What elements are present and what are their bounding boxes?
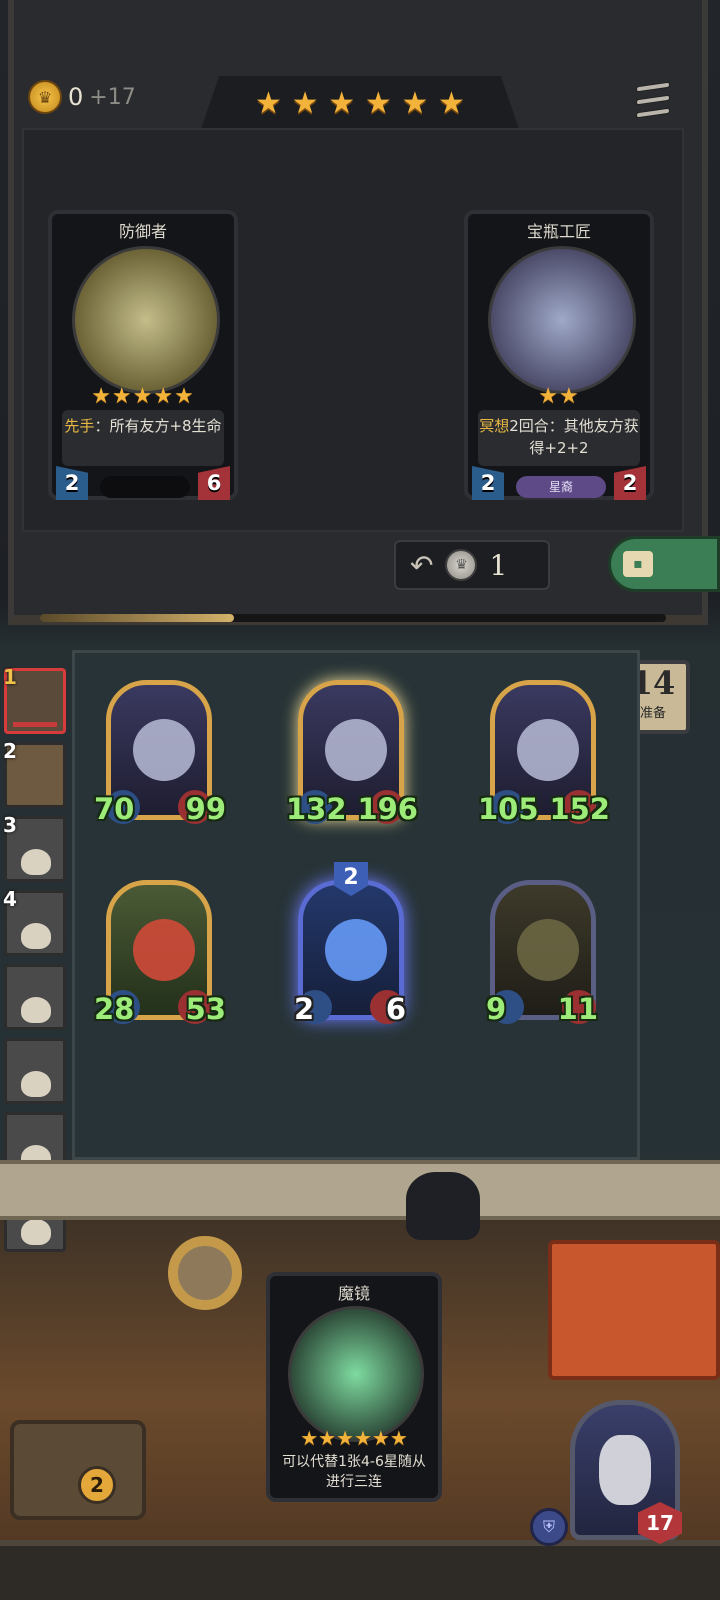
card-name: 宝瓶工匠 [526, 222, 591, 241]
lock-shop-button[interactable]: ▪ [608, 536, 720, 592]
card-description: 可以代替1张4-6星随从进行三连 [282, 1454, 426, 1490]
player-rank-item[interactable] [4, 1038, 66, 1104]
description-text: 2回合：其他友方获得+2+2 [509, 417, 639, 457]
game-screen: ★ ★ ★ ★ ★ ★ ♛ 0 +17 防御者 ★★★★★ 先手：所有友方+8生… [0, 0, 720, 1600]
star-icon: ★ [255, 86, 282, 121]
player-rank-item[interactable]: 4 [3, 887, 66, 956]
player-rank-item[interactable]: 2 [3, 739, 66, 808]
player-place: 3 [3, 813, 17, 837]
card-art [288, 1306, 424, 1442]
keyword: 冥想 [479, 417, 510, 435]
unit-health: 152 [549, 792, 610, 826]
health-badge: 6 [198, 466, 230, 500]
unit-attack: 28 [94, 992, 135, 1026]
player-place: 4 [3, 887, 17, 911]
unit-portrait [517, 919, 579, 981]
refresh-icon: ↶ [410, 548, 434, 582]
star-icon: ★ [291, 86, 319, 121]
player-place: 2 [3, 739, 17, 763]
card-stars: ★★★★★ [91, 384, 195, 409]
attack-badge: 2 [56, 466, 88, 500]
unit-portrait [133, 719, 195, 781]
shelf [0, 1160, 720, 1220]
gold-income: +17 [89, 84, 136, 110]
skull-icon [21, 1219, 51, 1245]
treasure-chest[interactable] [10, 1420, 146, 1520]
card-art [488, 246, 636, 394]
turn-progress-bar [40, 614, 666, 622]
unit-attack: 132 [286, 792, 347, 826]
player-rank-item[interactable]: 3 [3, 813, 66, 882]
board-unit[interactable]: 70 99 [94, 680, 226, 836]
star-icon: ★ [438, 86, 465, 121]
star-icon: ★ [364, 86, 392, 121]
health-badge: 2 [614, 466, 646, 500]
card-description: 冥想2回合：其他友方获得+2+2 [478, 410, 640, 466]
player-rank-item[interactable] [4, 964, 66, 1030]
unit-portrait [325, 719, 387, 781]
gift-box [548, 1240, 720, 1380]
refresh-cost: 1 [489, 548, 508, 582]
unit-portrait [133, 919, 195, 981]
star-icon: ★ [401, 86, 429, 121]
menu-icon[interactable] [636, 81, 670, 119]
card-stars: ★★ [538, 384, 580, 409]
hand-card-magic-mirror[interactable]: 魔镜 ★★★★★★ 可以代替1张4-6星随从进行三连 [266, 1272, 442, 1502]
skull-icon [21, 923, 51, 949]
card-name: 防御者 [118, 222, 167, 241]
unit-health: 196 [357, 792, 418, 826]
unit-portrait [325, 919, 387, 981]
skull-icon [21, 1071, 51, 1097]
star-icon: ★ [328, 86, 356, 121]
board-unit[interactable]: 28 53 [94, 880, 226, 1036]
board-unit[interactable]: 132 196 [286, 680, 418, 836]
tribe-tag [100, 476, 190, 498]
crown-coin-icon: ♛ [445, 549, 478, 581]
skull-icon [21, 997, 51, 1023]
shield-icon: ⛨ [530, 1508, 568, 1546]
board-unit[interactable]: 105 152 [478, 680, 610, 836]
card-name: 魔镜 [337, 1284, 370, 1303]
unit-portrait [517, 719, 579, 781]
unit-attack: 2 [294, 992, 315, 1026]
treasure-count: 2 [78, 1466, 116, 1504]
description-text: ：所有友方+8生命 [94, 417, 222, 435]
sell-slot[interactable] [168, 1236, 242, 1310]
board-unit[interactable]: 2 2 6 [292, 862, 410, 1036]
card-description: 先手：所有友方+8生命 [62, 410, 224, 466]
unit-health: 11 [557, 992, 598, 1026]
board-unit[interactable]: 9 11 [484, 880, 602, 1036]
unit-health: 6 [385, 992, 406, 1026]
player-health-bar [13, 722, 57, 727]
lock-icon: ▪ [623, 551, 653, 577]
attack-badge: 2 [472, 466, 504, 500]
coin-icon: ♛ [28, 80, 62, 114]
gold-counter: ♛ 0 +17 [28, 80, 136, 114]
unit-attack: 9 [486, 992, 507, 1026]
hero-face [599, 1435, 651, 1505]
shop-card-vase-craftsman[interactable]: 宝瓶工匠 ★★ 冥想2回合：其他友方获得+2+2 2 星裔 2 [464, 210, 654, 500]
unit-health: 53 [185, 992, 226, 1026]
card-art [72, 246, 220, 394]
skull-icon [21, 849, 51, 875]
gold-value: 0 [68, 83, 84, 111]
player-place: 1 [3, 665, 17, 689]
refresh-button[interactable]: ↶ ♛ 1 [394, 540, 550, 590]
unit-attack: 105 [478, 792, 539, 826]
progress-fill [40, 614, 235, 622]
card-stars: ★★★★★★ [300, 1426, 408, 1450]
bottom-frame [0, 1540, 720, 1600]
keyword: 先手 [64, 417, 95, 435]
player-rank-item[interactable]: 1 [3, 665, 66, 734]
tavern-tier-stars: ★ ★ ★ ★ ★ ★ [255, 84, 465, 124]
shop-card-defender[interactable]: 防御者 ★★★★★ 先手：所有友方+8生命 2 6 [48, 210, 238, 500]
cat-figure [406, 1172, 480, 1240]
tribe-tag: 星裔 [516, 476, 606, 498]
unit-attack: 70 [94, 792, 135, 826]
unit-health: 99 [185, 792, 226, 826]
